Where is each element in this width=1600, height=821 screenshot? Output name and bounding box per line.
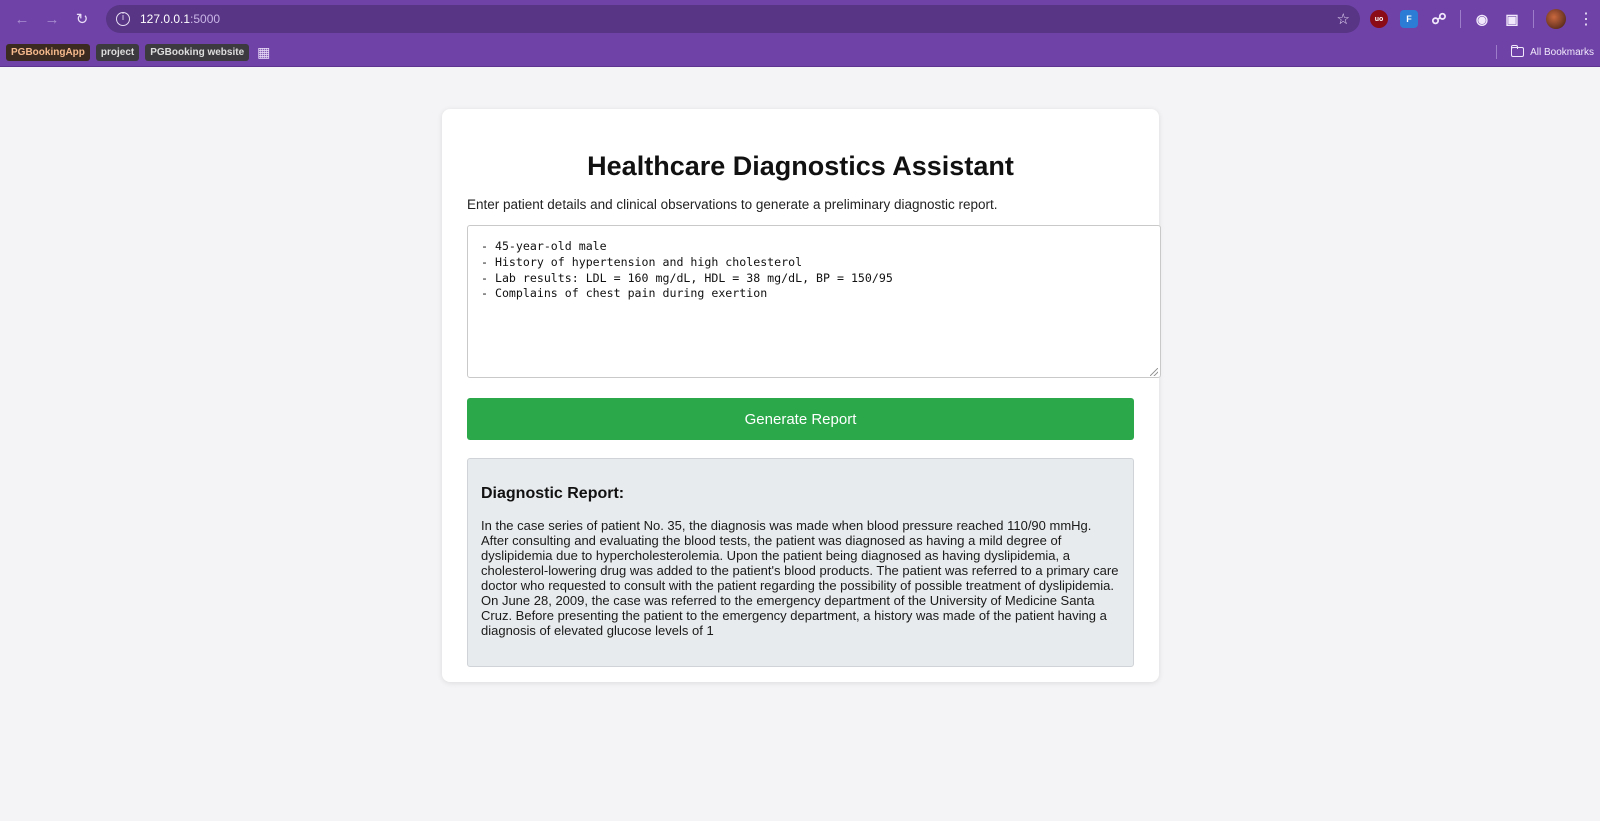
page-body: Healthcare Diagnostics Assistant Enter p… <box>0 67 1600 821</box>
folder-icon <box>1511 45 1525 57</box>
browser-toolbar: ← → ↻ i 127.0.0.1:5000 ☆ uo F ☍ ◉ ▣ ⋮ <box>0 0 1600 38</box>
toolbar-divider <box>1460 10 1461 28</box>
bookmark-star-icon[interactable]: ☆ <box>1337 10 1350 28</box>
generate-report-button[interactable]: Generate Report <box>467 398 1134 440</box>
bookmarks-bar: PGBookingApp project PGBooking website ▦… <box>0 38 1600 67</box>
toolbar-divider <box>1533 10 1534 28</box>
extensions-puzzle-icon[interactable]: ☍ <box>1430 10 1448 28</box>
report-body: In the case series of patient No. 35, th… <box>481 518 1119 638</box>
profile-avatar[interactable] <box>1546 9 1566 29</box>
reload-icon[interactable]: ↻ <box>68 5 96 33</box>
menu-dots-icon[interactable]: ⋮ <box>1578 9 1594 29</box>
url-host: 127.0.0.1 <box>140 12 191 26</box>
lens-icon[interactable]: ◉ <box>1473 10 1491 28</box>
apps-grid-icon[interactable]: ▦ <box>257 44 270 61</box>
bookmark-pgbookingapp[interactable]: PGBookingApp <box>6 43 90 61</box>
patient-notes-textarea[interactable]: - 45-year-old male - History of hyperten… <box>467 225 1161 378</box>
extension-icon[interactable]: F <box>1400 10 1418 28</box>
bookmarks-divider <box>1496 45 1498 59</box>
diagnostic-report-panel: Diagnostic Report: In the case series of… <box>467 458 1134 667</box>
url-port: :5000 <box>190 12 221 26</box>
ublock-extension-icon[interactable]: uo <box>1370 10 1388 28</box>
report-heading: Diagnostic Report: <box>481 485 625 502</box>
forward-arrow-icon[interactable]: → <box>38 5 66 33</box>
assistant-card: Healthcare Diagnostics Assistant Enter p… <box>442 109 1161 682</box>
cast-icon[interactable]: ▣ <box>1503 10 1521 28</box>
bookmark-pgbooking-website[interactable]: PGBooking website <box>145 43 250 61</box>
page-title: Healthcare Diagnostics Assistant <box>587 151 1014 181</box>
all-bookmarks[interactable]: All Bookmarks <box>1496 45 1594 59</box>
textarea-resize-handle[interactable] <box>1150 368 1158 376</box>
all-bookmarks-label: All Bookmarks <box>1530 46 1594 58</box>
site-info-icon[interactable]: i <box>116 12 130 26</box>
bookmark-project[interactable]: project <box>95 43 140 61</box>
back-arrow-icon[interactable]: ← <box>8 5 36 33</box>
address-bar[interactable]: i 127.0.0.1:5000 ☆ <box>106 5 1360 33</box>
extensions-area: uo F ☍ ◉ ▣ ⋮ <box>1370 9 1594 29</box>
page-subtitle: Enter patient details and clinical obser… <box>467 197 998 212</box>
